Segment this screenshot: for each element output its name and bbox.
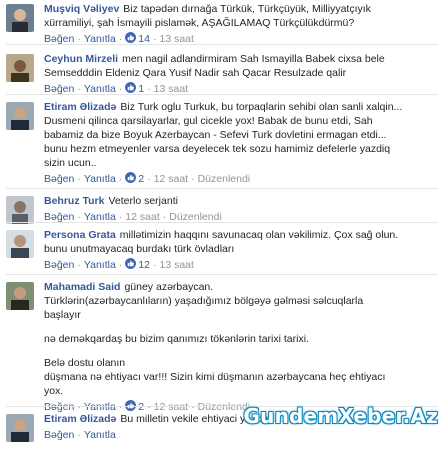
author-name[interactable]: Ceyhun Mirzeli	[44, 53, 118, 65]
thumbs-up-icon	[125, 32, 137, 43]
comment-item: Behruz Turk Veterlo serjanti Bəğen · Yanıtl…	[0, 194, 444, 224]
comment-text: sizin ucun..	[44, 157, 97, 169]
thumbs-up-icon	[125, 172, 137, 183]
comment-text: Veterlo serjanti	[108, 195, 178, 207]
watermark-logo: GundemXeber.Az	[243, 404, 438, 428]
avatar[interactable]	[6, 282, 34, 310]
comment-item: Ceyhun Mirzeli men nagil adlandirmiram Sa…	[0, 52, 444, 96]
timestamp[interactable]: 12 saat	[154, 173, 188, 185]
author-name[interactable]: Etiram Əlizadə	[44, 413, 116, 425]
comment-text: Biz Turk oglu Turkuk, bu torpaqlarin seh…	[120, 101, 403, 113]
comment-item: Etiram Əlizadə Biz Turk oglu Turkuk, bu t…	[0, 100, 444, 186]
comment-actions: Bəğen · Yanıtla · 2 · 12 saat · Düzenlendi	[44, 172, 438, 186]
like-button[interactable]: Bəğen	[44, 259, 74, 271]
avatar[interactable]	[6, 54, 34, 82]
edited-label[interactable]: Düzenlendi	[198, 173, 251, 185]
author-name[interactable]: Etiram Əlizadə	[44, 101, 116, 113]
divider	[6, 222, 438, 223]
comment-item: Persona Grata millətimizin haqqını savuna…	[0, 228, 444, 272]
comment-text: Belə dostu olanın	[44, 357, 126, 369]
comment-text: başlayır	[44, 309, 81, 321]
divider	[6, 44, 438, 45]
like-button[interactable]: Bəğen	[44, 173, 74, 185]
avatar[interactable]	[6, 4, 34, 32]
comment-text: nə deməkqardaş bu bizim qanımızı tökənlə…	[44, 333, 309, 345]
like-count[interactable]: 2	[138, 173, 144, 185]
comment-text: düşmana nə ehtiyacı var!!! Sizin kimi dü…	[44, 371, 386, 383]
comment-text: bunu unutmayacaq burdakı türk övladları	[44, 243, 235, 255]
avatar[interactable]	[6, 196, 34, 224]
separator: ·	[77, 173, 81, 185]
comment-text: Biz tapədən dırnağa Türkük, Türkçüyük, M…	[123, 3, 371, 15]
comment-item: Mahamadi Said güney azərbaycan. Türklərin…	[0, 280, 444, 414]
separator: ·	[118, 173, 123, 185]
comment-text: Türklərin(azərbaycanlıların) yaşadığımız…	[44, 295, 364, 307]
thumbs-up-icon	[125, 258, 137, 269]
reply-button[interactable]: Yanıtla	[84, 173, 116, 185]
separator: ·	[77, 259, 81, 271]
comment-actions: Bəğen · Yanıtla	[44, 428, 438, 442]
comment-item: Muşviq Vəliyev Biz tapədən dırnağa Türkük…	[0, 2, 444, 46]
comment-text: güney azərbaycan.	[124, 281, 214, 293]
comment-thread: Muşviq Vəliyev Biz tapədən dırnağa Türkük…	[0, 0, 444, 450]
separator: ·	[118, 259, 123, 271]
avatar[interactable]	[6, 230, 34, 258]
divider	[6, 274, 438, 275]
avatar[interactable]	[6, 102, 34, 130]
author-name[interactable]: Mahamadi Said	[44, 281, 120, 293]
separator: ·	[77, 429, 81, 441]
like-button[interactable]: Bəğen	[44, 429, 74, 441]
reply-button[interactable]: Yanıtla	[84, 429, 116, 441]
timestamp[interactable]: 13 saat	[159, 259, 193, 271]
separator: ·	[152, 259, 157, 271]
author-name[interactable]: Behruz Turk	[44, 195, 104, 207]
comment-text: Dusmeni qilinca qarsilayarlar, gul cicek…	[44, 115, 373, 127]
comment-text: babamiz da bize Boyuk Azerbaycan - Sefev…	[44, 129, 387, 141]
comment-text: Semsedddin Eldeniz Qara Yusif Nadir sah …	[44, 67, 347, 79]
comment-text: millətimizin haqqını savunacaq olan vəki…	[119, 229, 399, 241]
comment-text: yox.	[44, 385, 64, 397]
comment-text: bunu hezm etmeyenler varsa deyelecek tek…	[44, 143, 391, 155]
comment-actions: Bəğen · Yanıtla · 12 · 13 saat	[44, 258, 438, 272]
divider	[6, 94, 438, 95]
comment-text: men nagil adlandirmiram Sah Ismayilla Ba…	[122, 53, 385, 65]
author-name[interactable]: Persona Grata	[44, 229, 116, 241]
divider	[6, 188, 438, 189]
separator: ·	[147, 173, 151, 185]
thumbs-up-icon	[125, 82, 137, 93]
separator: ·	[191, 173, 195, 185]
comment-text: xürramiliyi, şah İsmayili pislamək, AŞAĞ…	[44, 17, 355, 29]
avatar[interactable]	[6, 414, 34, 442]
like-count[interactable]: 12	[138, 259, 150, 271]
author-name[interactable]: Muşviq Vəliyev	[44, 3, 119, 15]
reply-button[interactable]: Yanıtla	[84, 259, 116, 271]
